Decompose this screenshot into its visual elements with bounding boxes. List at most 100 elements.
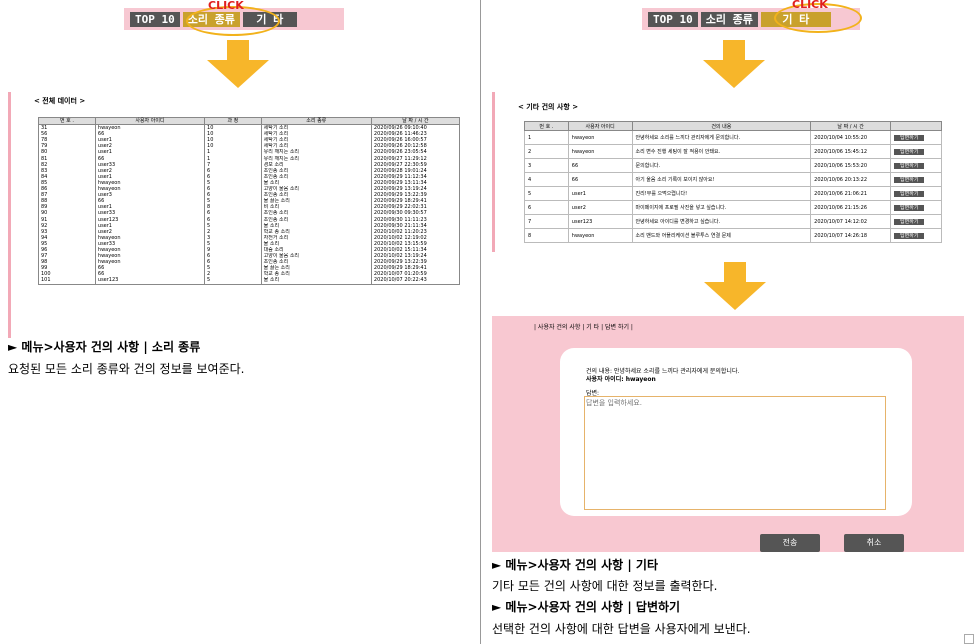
table-cell: 3 — [524, 158, 569, 173]
table-header-cell: 사용자 아이디 — [567, 121, 633, 131]
section-title: < 전체 데이터 > — [34, 97, 86, 105]
table-cell: 마이페이지에 프로필 사진을 넣고 싶습니다. — [631, 200, 812, 215]
table-header-cell: 번 호 . — [524, 121, 569, 131]
table-cell: 답변하기 — [890, 158, 942, 173]
section-title: < 기타 건의 사항 > — [518, 103, 579, 111]
table-cell: 답변하기 — [890, 172, 942, 187]
table-cell: 66 — [567, 158, 633, 173]
table-cell: 안녕하세요 아이디를 변경하고 싶습니다. — [631, 214, 812, 229]
etc-heading: ► 메뉴>사용자 건의 사항 | 기타 — [492, 558, 658, 572]
reply-button[interactable]: 답변하기 — [894, 176, 925, 183]
table-cell: 2 — [524, 144, 569, 159]
etc-inquiry-table: 번 호 . 사용자 아이디 건의 내용 날 짜 / 시 간 1 hwayeon 안녕하세요… — [524, 121, 942, 243]
table-cell: 2020/10/07 14:12:02 — [810, 214, 892, 229]
section-heading: ► 메뉴>사용자 건의 사항 | 소리 종류 — [8, 340, 201, 354]
table-row: 8 hwayeon 소리 밴드와 어플리케이션 블루투스 연결 문제 2020/10/… — [524, 228, 942, 243]
table-cell: user123 — [94, 277, 206, 285]
table-cell: 진리!부를 으먹으렵니다! — [631, 186, 812, 201]
table-header-cell — [890, 121, 942, 131]
table-cell: hwayeon — [567, 130, 633, 145]
table-cell: 세탁기 소리 — [260, 124, 372, 132]
table-cell: 5 — [524, 186, 569, 201]
table-cell: 답변하기 — [890, 144, 942, 159]
table-cell: 2020/10/06 21:15:26 — [810, 200, 892, 215]
table-cell: 1 — [524, 130, 569, 145]
reply-heading: ► 메뉴>사용자 건의 사항 | 답변하기 — [492, 600, 681, 614]
table-cell: 답변하기 — [890, 214, 942, 229]
table-row: 6 user2 마이페이지에 프로필 사진을 넣고 싶습니다. 2020/10/06 … — [524, 200, 942, 215]
table-cell: 2020/10/06 20:13:22 — [810, 172, 892, 187]
left-panel: TOP 10 소리 종류 기 타 CLICK < 전체 데이터 > 번 호 .사… — [0, 0, 480, 644]
table-cell: 6 — [524, 200, 569, 215]
table-cell: 답변하기 — [890, 186, 942, 201]
table-cell: 2020/10/04 10:55:20 — [810, 130, 892, 145]
table-cell: 101 — [38, 277, 96, 285]
table-cell: hwayeon — [567, 228, 633, 243]
reply-button[interactable]: 답변하기 — [894, 134, 925, 141]
table-cell: user1 — [567, 186, 633, 201]
table-row: 7 user123 안녕하세요 아이디를 변경하고 싶습니다. 2020/10/07 … — [524, 214, 942, 229]
tab-top10[interactable]: TOP 10 — [130, 11, 180, 27]
table-row: 5 user1 진리!부를 으먹으렵니다! 2020/10/06 21:06:21 답변… — [524, 186, 942, 201]
etc-description: 기타 모든 건의 사항에 대한 정보를 출력한다. — [492, 579, 718, 593]
table-header-cell: 건의 내용 — [631, 121, 812, 131]
table-cell: 물 소리 — [260, 277, 372, 285]
right-panel: TOP 10 소리 종류 기 타 CLICK < 기타 건의 사항 > 번 호 … — [488, 0, 974, 644]
table-cell: 7 — [524, 214, 569, 229]
table-cell: user123 — [567, 214, 633, 229]
panel-divider — [480, 0, 481, 644]
submit-button[interactable]: 전송 — [760, 534, 820, 552]
reply-button[interactable]: 답변하기 — [894, 190, 925, 197]
reply-button[interactable]: 답변하기 — [894, 148, 925, 155]
table-row: 3 66 문의합니다. 2020/10/06 15:53:20 답변하기 — [524, 158, 942, 173]
inquiry-user: 사용자 아이디: hwayeon — [586, 376, 656, 383]
table-cell: 4 — [524, 172, 569, 187]
table-cell: 답변하기 — [890, 200, 942, 215]
click-label: CLICK — [792, 0, 828, 11]
table-cell: 답변하기 — [890, 228, 942, 243]
table-cell: 66 — [567, 172, 633, 187]
table-cell: 아기 울음 소리 기록이 보이지 않아요! — [631, 172, 812, 187]
reply-nav: | 사용자 건의 사항 | 기 타 | 답변 하기 | — [534, 324, 633, 331]
table-cell: 2020/10/07 14:26:18 — [810, 228, 892, 243]
section-description: 요청된 모든 소리 종류와 건의 정보를 보여준다. — [8, 362, 245, 376]
table-cell: 문의합니다. — [631, 158, 812, 173]
table-header-cell: 사용자 아이디 — [94, 116, 206, 126]
table-cell: user2 — [567, 200, 633, 215]
table-cell: 31 — [38, 124, 96, 132]
table-row: 31 hwayeon 10 세탁기 소리 2020/09/26 09:10:40 — [38, 124, 461, 132]
table-cell: 2020/10/06 21:06:21 — [810, 186, 892, 201]
reply-modal: 건의 내용: 안녕하세요 소리를 느끼다 관리자에게 문의합니다. 사용자 아이… — [560, 348, 912, 516]
cancel-button[interactable]: 취소 — [844, 534, 904, 552]
reply-button[interactable]: 답변하기 — [894, 162, 925, 169]
table-cell: hwayeon — [94, 124, 206, 132]
reply-button[interactable]: 답변하기 — [894, 204, 925, 211]
table-row: 101 user123 5 물 소리 2020/10/07 20:22:43 — [38, 277, 461, 285]
table-cell: 8 — [524, 228, 569, 243]
table-cell: hwayeon — [567, 144, 633, 159]
table-cell: 2020/10/06 15:53:20 — [810, 158, 892, 173]
table-row: 4 66 아기 울음 소리 기록이 보이지 않아요! 2020/10/06 20:13… — [524, 172, 942, 187]
table-cell: 안녕하세요 소리를 느끼다 관리자에게 문의합니다. — [631, 130, 812, 145]
section-accent-bar — [492, 92, 495, 252]
table-cell: 2020/10/07 20:22:43 — [370, 277, 461, 285]
table-header-cell: 소리 종류 — [260, 116, 372, 126]
table-header-cell: 날 짜 / 시 간 — [810, 121, 892, 131]
table-cell: 소리 변수 진행 세팅이 잘 적용이 안돼요. — [631, 144, 812, 159]
answer-textarea[interactable] — [584, 396, 886, 510]
tab-top10[interactable]: TOP 10 — [648, 11, 698, 27]
table-cell: 5 — [204, 277, 262, 285]
tab-sound-type[interactable]: 소리 종류 — [700, 11, 758, 27]
table-cell: 소리 밴드와 어플리케이션 블루투스 연결 문제 — [631, 228, 812, 243]
table-row: 1 hwayeon 안녕하세요 소리를 느끼다 관리자에게 문의합니다. 2020/1… — [524, 130, 942, 145]
table-header-cell: 날 짜 / 시 간 — [370, 116, 461, 126]
table-cell: 2020/09/26 09:10:40 — [370, 124, 461, 132]
reply-button[interactable]: 답변하기 — [894, 232, 925, 239]
table-row: 2 hwayeon 소리 변수 진행 세팅이 잘 적용이 안돼요. 2020/10/0… — [524, 144, 942, 159]
reply-button[interactable]: 답변하기 — [894, 218, 925, 225]
sound-data-table: 번 호 . 사용자 아이디 과 정 소리 종류 날 짜 / 시 간 31 hwayeon 1… — [38, 116, 461, 285]
table-cell: 답변하기 — [890, 130, 942, 145]
section-accent-bar — [8, 92, 11, 338]
table-header-cell: 번 호 . — [38, 116, 96, 126]
table-cell: 10 — [204, 124, 262, 132]
